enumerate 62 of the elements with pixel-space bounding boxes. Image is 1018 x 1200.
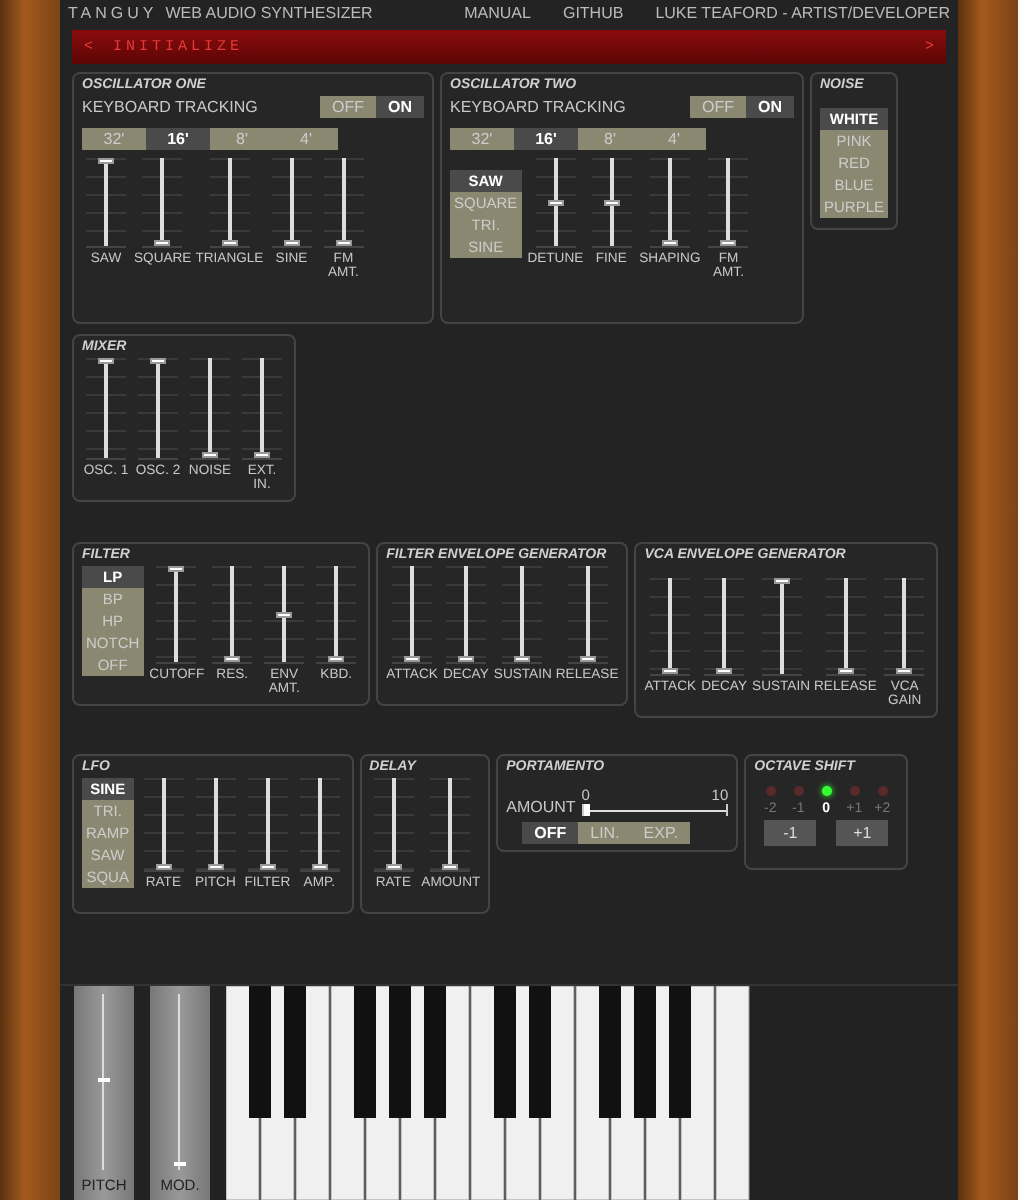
slider-handle[interactable] <box>720 240 737 246</box>
toggle-option[interactable]: ON <box>746 96 794 118</box>
slider-handle[interactable] <box>603 199 620 205</box>
header-link[interactable]: MANUAL <box>464 3 531 21</box>
tracking-label: KEYBOARD TRACKING <box>82 98 258 116</box>
slider-handle[interactable] <box>716 668 733 674</box>
range-option[interactable]: 32' <box>450 128 514 150</box>
range-option[interactable]: 4' <box>642 128 706 150</box>
slider-handle[interactable] <box>837 668 854 674</box>
slider-handle[interactable] <box>224 656 241 662</box>
slider-handle[interactable] <box>283 240 300 246</box>
slider-handle[interactable] <box>773 578 790 584</box>
header-link[interactable]: LUKE TEAFORD - ARTIST/DEVELOPER <box>655 3 950 21</box>
range-option[interactable]: 32' <box>82 128 146 150</box>
portamento-slider[interactable] <box>581 804 729 816</box>
slider-handle[interactable] <box>442 864 459 870</box>
slider-handle[interactable] <box>328 656 345 662</box>
brand-name: TANGUY <box>68 3 158 21</box>
slider-handle[interactable] <box>168 566 185 572</box>
slider-handle[interactable] <box>207 864 224 870</box>
tracking-label: KEYBOARD TRACKING <box>450 98 626 116</box>
app-title: WEB AUDIO SYNTHESIZER <box>165 3 373 21</box>
range-option[interactable]: 16' <box>514 128 578 150</box>
slider-handle[interactable] <box>514 656 531 662</box>
range-option[interactable]: 8' <box>578 128 642 150</box>
wheel-handle[interactable] <box>98 1077 110 1082</box>
slider-handle[interactable] <box>202 452 218 458</box>
slider-handle[interactable] <box>98 158 114 164</box>
slider-handle[interactable] <box>154 240 171 246</box>
range-option[interactable]: 4' <box>274 128 338 150</box>
portamento-mode-option[interactable]: LIN. <box>578 822 632 844</box>
octave-button[interactable]: -1 <box>764 820 817 846</box>
wheel-handle[interactable] <box>174 1161 186 1166</box>
toggle-option[interactable]: ON <box>376 96 424 118</box>
slider-handle[interactable] <box>155 864 172 870</box>
amount-label: AMOUNT <box>506 798 576 816</box>
slider-handle[interactable] <box>896 668 913 674</box>
slider-handle[interactable] <box>150 358 166 364</box>
toggle-option[interactable]: OFF <box>320 96 376 118</box>
slider-handle[interactable] <box>662 668 679 674</box>
slider-handle[interactable] <box>385 864 402 870</box>
slider-handle[interactable] <box>579 656 596 662</box>
range-option[interactable]: 16' <box>146 128 210 150</box>
slider-handle[interactable] <box>276 611 293 617</box>
toggle-option[interactable]: OFF <box>690 96 746 118</box>
slider-handle[interactable] <box>457 656 474 662</box>
slider-handle[interactable] <box>221 240 238 246</box>
octave-button[interactable]: +1 <box>836 820 889 846</box>
slider-handle[interactable] <box>259 864 276 870</box>
slider-handle[interactable] <box>661 240 678 246</box>
slider-handle[interactable] <box>98 358 114 364</box>
slider-handle[interactable] <box>254 452 270 458</box>
portamento-mode-option[interactable]: EXP. <box>631 822 690 844</box>
slider-handle[interactable] <box>583 804 590 816</box>
slider-handle[interactable] <box>311 864 328 870</box>
slider-handle[interactable] <box>404 656 421 662</box>
range-option[interactable]: 8' <box>210 128 274 150</box>
piano-keyboard[interactable] <box>226 986 751 1200</box>
slider-handle[interactable] <box>547 199 564 205</box>
portamento-mode-option[interactable]: OFF <box>522 822 579 844</box>
header-link[interactable]: GITHUB <box>562 3 624 21</box>
slider-handle[interactable] <box>335 240 352 246</box>
